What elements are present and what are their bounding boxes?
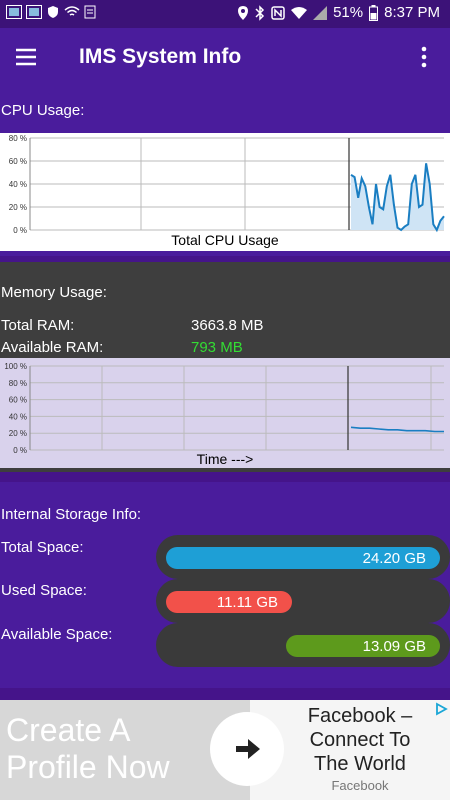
ad-banner[interactable]: Create A Profile Now Facebook – Connect … [0, 700, 450, 800]
storage-section-label: Internal Storage Info: [1, 506, 142, 523]
clock: 8:37 PM [384, 4, 440, 21]
terminal-icon [26, 5, 42, 19]
menu-icon[interactable] [14, 45, 38, 69]
bluetooth-icon [255, 4, 265, 21]
ad-headline: Create A Profile Now [6, 712, 170, 785]
available-space-value: 13.09 GB [362, 637, 426, 655]
cpu-section: CPU Usage: 80 % 60 % 40 % 20 % 0 % Total CPU… [0, 86, 450, 256]
signal-icon [313, 5, 328, 20]
total-space-label: Total Space: [1, 539, 84, 556]
ad-title: Facebook – Connect To The World [307, 705, 413, 775]
memory-section: Memory Usage: Total RAM: 3663.8 MB Avail… [0, 262, 450, 472]
cpu-y-tick-label: 0 % [13, 226, 27, 235]
cpu-section-label: CPU Usage: [1, 102, 85, 119]
memory-y-tick-label: 20 % [9, 429, 27, 438]
memory-y-tick-label: 60 % [9, 396, 27, 405]
terminal-icon [6, 5, 22, 19]
total-space-value: 24.20 GB [362, 549, 426, 567]
cpu-y-tick-label: 20 % [9, 203, 27, 212]
shield-icon [46, 5, 60, 19]
memory-series-line [350, 426, 444, 433]
available-ram-label: Available RAM: [1, 339, 104, 356]
memory-y-tick-label: 0 % [13, 446, 27, 455]
used-space-bar: 11.11 GB [166, 591, 292, 613]
total-space-bar: 24.20 GB [166, 547, 440, 569]
total-ram-label: Total RAM: [1, 317, 75, 334]
battery-percent: 51% [333, 4, 364, 21]
available-ram-value: 793 MB [191, 339, 243, 356]
total-ram-value: 3663.8 MB [191, 317, 264, 334]
available-space-bar: 13.09 GB [286, 635, 440, 657]
wifi-icon [64, 6, 80, 18]
ad-cta-button[interactable] [210, 712, 284, 786]
cpu-chart: 80 % 60 % 40 % 20 % 0 % Total CPU Usage [0, 133, 450, 251]
available-space-label: Available Space: [1, 626, 113, 643]
total-space-track: 24.20 GB [156, 535, 450, 579]
used-space-label: Used Space: [1, 582, 87, 599]
memory-chart-caption: Time ---> [197, 451, 254, 467]
memory-y-tick-label: 40 % [9, 412, 27, 421]
status-bar: 51% 8:37 PM [0, 0, 450, 28]
available-space-track: 13.09 GB [156, 623, 450, 667]
app-title: IMS System Info [79, 45, 242, 68]
memory-section-label: Memory Usage: [1, 284, 107, 301]
battery-icon [369, 4, 379, 21]
used-space-track: 11.11 GB [156, 579, 450, 623]
app-bar: IMS System Info [0, 28, 450, 86]
cpu-y-tick-label: 40 % [9, 180, 27, 189]
more-vert-icon[interactable] [412, 45, 436, 69]
used-space-value: 11.11 GB [216, 593, 278, 611]
document-icon [84, 5, 96, 19]
memory-y-tick-label: 100 % [4, 362, 27, 371]
cpu-y-tick-label: 80 % [9, 134, 27, 143]
arrow-right-icon [236, 739, 260, 759]
ad-text-block[interactable]: Facebook – Connect To The World Facebook [290, 704, 430, 793]
ad-choices-icon[interactable] [434, 702, 448, 716]
wifi-icon [291, 6, 308, 19]
location-icon [237, 5, 249, 21]
nfc-icon [271, 5, 285, 20]
memory-chart: 100 % 80 % 60 % 40 % 20 % 0 % Time ---> [0, 358, 450, 468]
ad-brand: Facebook [331, 778, 389, 793]
cpu-y-tick-label: 60 % [9, 157, 27, 166]
cpu-chart-caption: Total CPU Usage [171, 232, 279, 248]
memory-y-tick-label: 80 % [9, 379, 27, 388]
storage-section: Internal Storage Info: Total Space: 24.2… [0, 482, 450, 688]
